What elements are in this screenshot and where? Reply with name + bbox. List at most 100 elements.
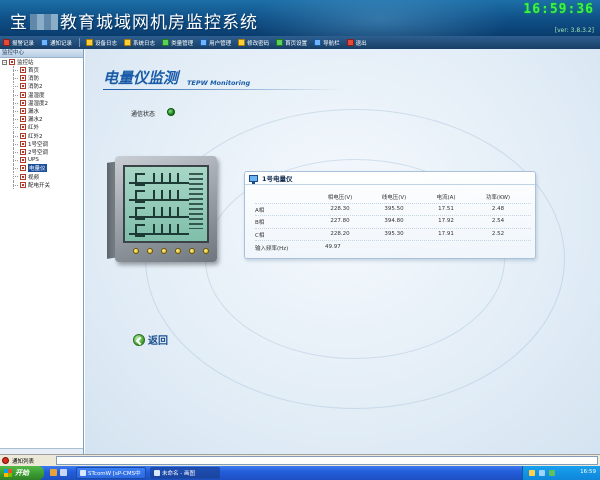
- tray-app-icon[interactable]: [549, 470, 555, 476]
- notice-record-button[interactable]: 通知记录: [41, 39, 72, 47]
- table-cell: 395.30: [384, 230, 404, 237]
- sidebar-item-video[interactable]: 视频: [0, 172, 83, 181]
- sidebar-item-ac-2[interactable]: 2号空调: [0, 147, 83, 157]
- alarm-record-button[interactable]: 报警记录: [3, 39, 34, 47]
- meter-lcd-display: [123, 165, 209, 243]
- sidebar-item-power-switch[interactable]: 配电开关: [0, 180, 83, 190]
- meter-buttons: [133, 248, 209, 256]
- table-header-cell: 电流(A): [436, 195, 456, 201]
- title-decoration: [250, 0, 510, 36]
- table-cell: 2.52: [491, 230, 505, 237]
- title-bar: 宝 教育城域网机房监控系统 16:59:36 [ver: 3.8.3.2]: [0, 0, 600, 36]
- sidebar-item-fire[interactable]: 消防: [0, 74, 83, 83]
- table-header-row: 相电压(V) 线电压(V) 电流(A) 功率(KW): [255, 191, 531, 204]
- table-row: B相 227.80 394.80 17.92 2.54: [255, 216, 531, 229]
- meter-button-icon: [133, 248, 139, 254]
- taskbar-app-paint[interactable]: 未命名 - 画图: [150, 467, 220, 479]
- user-management-button[interactable]: 用户管理: [200, 39, 231, 47]
- start-button[interactable]: 开始: [0, 466, 44, 480]
- taskbar-app-stcomw[interactable]: STcomW [sP-CMS中: [76, 467, 146, 479]
- sidebar-item-ac-1[interactable]: 1号空调: [0, 139, 83, 149]
- device-log-button[interactable]: 设备日志: [86, 39, 117, 47]
- change-password-label: 修改密码: [247, 40, 270, 47]
- exit-button[interactable]: 退出: [346, 39, 367, 47]
- change-password-button[interactable]: 修改密码: [238, 39, 269, 47]
- tree-root-label: 监控站: [17, 60, 34, 66]
- tray-speaker-icon[interactable]: [529, 470, 535, 476]
- table-header-cell: 功率(KW): [485, 195, 511, 201]
- sidebar-item-fire-2[interactable]: 消防2: [0, 82, 83, 91]
- device-log-label: 设备日志: [95, 40, 118, 47]
- table-cell: 228.20: [330, 230, 350, 237]
- node-icon: [20, 173, 26, 180]
- sidebar-item-temp-humidity[interactable]: 温湿度: [0, 90, 83, 99]
- alert-icon: [2, 457, 9, 464]
- app-title: 宝 教育城域网机房监控系统: [10, 8, 258, 33]
- home-settings-button[interactable]: 首页设置: [276, 39, 307, 47]
- category-button[interactable]: 类量管理: [162, 39, 193, 47]
- app-title-prefix: 宝: [10, 13, 28, 33]
- system-log-icon: [124, 39, 132, 46]
- sidebar-item-label: 1号空调: [28, 141, 48, 148]
- notice-record-label: 通知记录: [50, 40, 73, 47]
- sidebar-item-label: 红外2: [28, 133, 43, 140]
- quicklaunch-desktop-icon[interactable]: [60, 469, 67, 476]
- sidebar-item-ups[interactable]: UPS: [0, 156, 83, 165]
- lcd-digit-row: [129, 171, 189, 186]
- tree-root[interactable]: − 监控站: [0, 58, 83, 66]
- sidebar-item-infrared-2[interactable]: 红外2: [0, 131, 83, 140]
- back-arrow-icon: [133, 333, 145, 346]
- main-toolbar: 报警记录 通知记录 设备日志 系统日志 类量管理 用户管理 修改密码 首页设置 …: [0, 36, 600, 49]
- quicklaunch-ie-icon[interactable]: [50, 469, 57, 476]
- sidebar-item-leak-2[interactable]: 漏水2: [0, 115, 83, 124]
- sidebar-item-infrared[interactable]: 红外: [0, 123, 83, 132]
- sidebar-item-label: 配电开关: [28, 182, 51, 189]
- exit-label: 退出: [355, 40, 367, 47]
- node-icon: [20, 148, 26, 155]
- meter-button-icon: [175, 248, 181, 254]
- panel-title: 1号电量仪: [262, 175, 293, 183]
- power-meter-image: [107, 152, 225, 273]
- user-icon: [200, 39, 208, 46]
- node-icon: [20, 165, 26, 172]
- comm-status-label: 通信状态: [131, 111, 156, 118]
- meter-data-panel: 1号电量仪 相电压(V) 线电压(V) 电流(A) 功率(KW) A相 228.…: [244, 171, 536, 259]
- sidebar-item-label: 温湿度2: [28, 100, 48, 107]
- table-cell: 17.92: [438, 218, 454, 224]
- sidebar-item-leak[interactable]: 漏水: [0, 106, 83, 116]
- back-button[interactable]: 返回: [133, 332, 168, 347]
- sidebar-item-label: UPS: [28, 157, 39, 164]
- table-cell: B相: [255, 220, 265, 226]
- sidebar-item-home[interactable]: 首页: [0, 66, 83, 75]
- sidebar-item-power-meter[interactable]: 电量仪: [0, 164, 83, 173]
- sidebar-item-label: 温湿度: [28, 92, 45, 99]
- node-icon: [20, 124, 26, 131]
- category-label: 类量管理: [171, 40, 194, 47]
- collapse-icon[interactable]: −: [2, 59, 7, 65]
- meter-data-table: 相电压(V) 线电压(V) 电流(A) 功率(KW) A相 228.30 395…: [255, 191, 531, 241]
- navbar-button[interactable]: 导航栏: [314, 39, 340, 47]
- sidebar-item-label: 漏水: [28, 109, 40, 116]
- sidebar-header: 监控中心: [0, 49, 83, 58]
- node-icon: [20, 140, 26, 147]
- tray-network-icon[interactable]: [539, 470, 545, 476]
- notification-field[interactable]: [56, 456, 598, 465]
- main-content: 电量仪监测 TEPW Monitoring 通信状态 1号电量仪 相电压(V) …: [85, 49, 600, 454]
- lcd-bar-graph: [189, 173, 203, 229]
- task-label: 未命名 - 画图: [162, 471, 195, 477]
- node-icon: [20, 67, 26, 74]
- table-row: C相 228.20 395.30 17.91 2.52: [255, 229, 531, 241]
- node-icon: [20, 99, 26, 106]
- monitor-icon: [249, 174, 258, 184]
- system-log-button[interactable]: 系统日志: [124, 39, 155, 47]
- windows-logo-icon: [4, 469, 12, 477]
- table-cell: C相: [255, 232, 265, 239]
- sidebar-item-label: 漏水2: [28, 117, 43, 124]
- folder-icon: [9, 59, 15, 65]
- navbar-icon: [314, 39, 322, 46]
- sidebar-item-temp-humidity-2[interactable]: 温湿度2: [0, 98, 83, 108]
- node-icon: [20, 108, 26, 115]
- node-icon: [20, 132, 26, 139]
- table-cell: 2.48: [491, 205, 505, 212]
- user-management-label: 用户管理: [209, 40, 232, 47]
